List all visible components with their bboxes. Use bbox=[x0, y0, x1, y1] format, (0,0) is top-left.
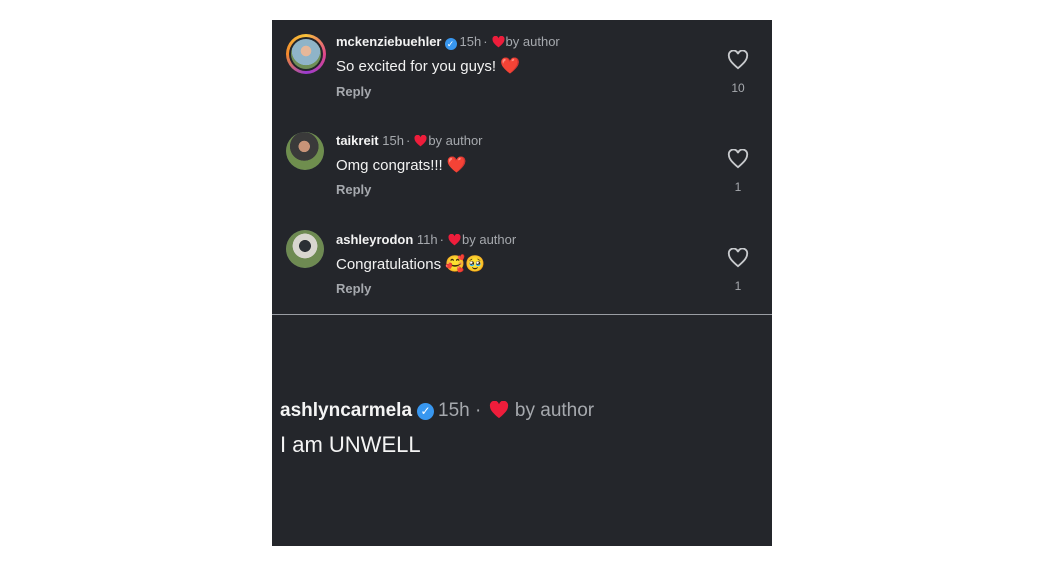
username[interactable]: taikreit bbox=[336, 133, 379, 148]
reply-button[interactable]: Reply bbox=[336, 182, 371, 197]
like-heart-icon[interactable] bbox=[727, 149, 749, 169]
comment-meta: taikreit 15h · by author bbox=[336, 133, 483, 148]
avatar[interactable] bbox=[286, 34, 326, 74]
author-heart-icon bbox=[448, 234, 461, 246]
comments-panel: mckenziebuehler ✓ 15h · by author So excited… bbox=[272, 20, 772, 546]
author-heart-icon bbox=[414, 135, 427, 147]
featured-comment-text: I am UNWELL bbox=[280, 432, 421, 457]
like-heart-icon[interactable] bbox=[727, 248, 749, 268]
by-author-label: by author bbox=[462, 232, 517, 247]
comment-text: Congratulations 🥰🥹 bbox=[336, 254, 485, 274]
comment-body: Omg congrats!!! bbox=[336, 157, 443, 174]
by-author-label: by author bbox=[514, 400, 595, 421]
username[interactable]: ashlyncarmela bbox=[280, 400, 412, 421]
comment-body: Congratulations bbox=[336, 256, 442, 273]
featured-comment-meta: ashlyncarmela ✓ 15h · by author bbox=[280, 400, 595, 421]
author-heart-icon bbox=[489, 401, 508, 419]
username[interactable]: ashleyrodon bbox=[336, 232, 413, 247]
avatar[interactable] bbox=[286, 230, 324, 268]
comment-meta: mckenziebuehler ✓ 15h · by author bbox=[336, 34, 560, 50]
timestamp: 11h bbox=[416, 232, 438, 247]
like-count: 1 bbox=[734, 180, 742, 194]
by-author-label: by author bbox=[505, 34, 560, 49]
verified-badge-icon: ✓ bbox=[444, 38, 457, 50]
heart-emoji: ❤️ bbox=[500, 58, 521, 75]
username[interactable]: mckenziebuehler bbox=[336, 34, 442, 49]
avatar[interactable] bbox=[286, 132, 324, 170]
timestamp: 15h bbox=[459, 34, 482, 49]
timestamp: 15h bbox=[438, 400, 470, 421]
timestamp: 15h bbox=[382, 133, 404, 148]
comment-text: So excited for you guys! ❤️ bbox=[336, 56, 520, 76]
comment-text: Omg congrats!!! ❤️ bbox=[336, 155, 467, 175]
emoji-pair: 🥰🥹 bbox=[445, 256, 485, 273]
reply-button[interactable]: Reply bbox=[336, 281, 371, 296]
by-author-label: by author bbox=[428, 133, 483, 148]
reply-button[interactable]: Reply bbox=[336, 84, 371, 99]
author-heart-icon bbox=[492, 36, 505, 48]
divider bbox=[272, 314, 772, 315]
comment-meta: ashleyrodon 11h · by author bbox=[336, 232, 517, 247]
comment-body: So excited for you guys! bbox=[336, 58, 497, 75]
like-count: 10 bbox=[731, 81, 745, 95]
heart-emoji: ❤️ bbox=[446, 157, 467, 174]
like-heart-icon[interactable] bbox=[727, 50, 749, 70]
like-count: 1 bbox=[734, 279, 742, 293]
verified-badge-icon: ✓ bbox=[417, 403, 435, 420]
